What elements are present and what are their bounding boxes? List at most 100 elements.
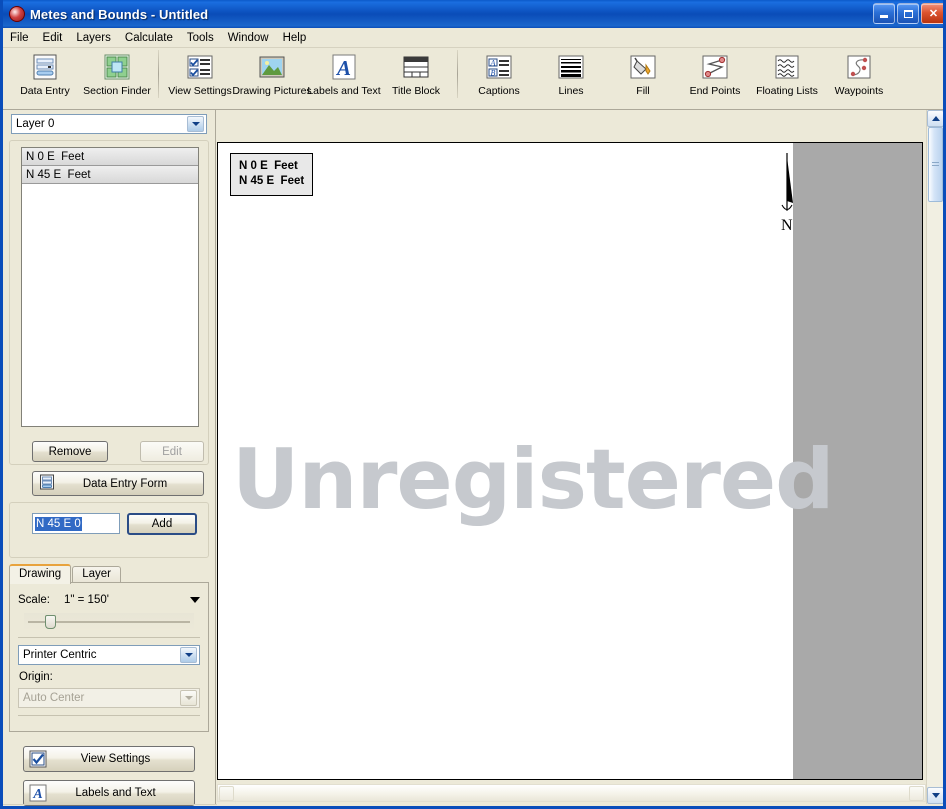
canvas-vertical-scrollbar[interactable] — [926, 110, 943, 804]
svg-text:B: B — [491, 69, 496, 78]
toolbar-button-fill[interactable]: Fill — [607, 48, 679, 106]
scale-label: Scale: — [18, 594, 50, 606]
end-points-icon — [699, 51, 731, 83]
labels-and-text-icon: A — [29, 784, 47, 802]
divider — [18, 637, 200, 638]
toolbar-button-title-block[interactable]: Title Block — [380, 48, 452, 106]
tab-drawing[interactable]: Drawing — [9, 564, 72, 584]
minimize-button[interactable] — [873, 3, 895, 24]
minimize-icon — [880, 15, 888, 18]
vertical-scroll-thumb[interactable] — [928, 127, 943, 202]
add-call-input[interactable]: N 45 E 0 — [32, 513, 120, 534]
menu-edit[interactable]: Edit — [36, 30, 70, 46]
toolbar-label: Waypoints — [834, 85, 884, 97]
list-item[interactable]: N 45 E Feet — [22, 166, 198, 184]
call-list-callout[interactable]: N 0 E Feet N 45 E Feet — [230, 153, 314, 196]
chevron-down-icon[interactable] — [187, 116, 204, 132]
layer-select-value: Layer 0 — [16, 118, 55, 130]
section-finder-icon — [101, 51, 133, 83]
toolbar-button-waypoints[interactable]: Waypoints — [823, 48, 895, 106]
canvas-horizontal-scrollbar[interactable] — [217, 784, 926, 802]
menu-layers[interactable]: Layers — [69, 30, 118, 46]
toolbar-button-labels-and-text[interactable]: A Labels and Text — [307, 48, 381, 106]
callout-line-2: N 45 E Feet — [239, 175, 305, 187]
scroll-left-button[interactable] — [219, 786, 234, 801]
panel-divider — [215, 110, 216, 804]
scroll-up-button[interactable] — [927, 110, 943, 127]
scale-slider[interactable] — [24, 613, 194, 631]
add-call-input-value: N 45 E 0 — [35, 516, 82, 531]
fill-icon — [627, 51, 659, 83]
scale-row[interactable]: Scale: 1" = 150' — [18, 591, 200, 609]
toolbar-label: Data Entry — [20, 85, 70, 97]
calls-listbox[interactable]: N 0 E Feet N 45 E Feet — [21, 147, 199, 427]
svg-text:A: A — [335, 56, 351, 80]
toolbar-label: Lines — [558, 85, 584, 97]
window-title: Metes and Bounds - Untitled — [30, 6, 209, 22]
scale-value: 1" = 150' — [63, 594, 109, 606]
action-button-view-settings[interactable]: View Settings — [23, 746, 195, 772]
toolbar-label: Captions — [478, 85, 520, 97]
drawing-canvas[interactable]: N 0 E Feet N 45 E Feet Unregistered N — [217, 142, 923, 780]
data-entry-icon — [39, 474, 55, 493]
toolbar-button-data-entry[interactable]: Data Entry — [9, 48, 81, 106]
menu-bar: File Edit Layers Calculate Tools Window … — [3, 28, 943, 48]
data-entry-form-button[interactable]: Data Entry Form — [32, 471, 204, 496]
scroll-down-button[interactable] — [927, 787, 943, 804]
layer-select-combobox[interactable]: Layer 0 — [11, 114, 207, 134]
drawing-tab-panel: Scale: 1" = 150' Printer Centric Origin:… — [9, 582, 209, 732]
chevron-down-icon[interactable] — [190, 597, 200, 603]
add-button[interactable]: Add — [127, 513, 197, 535]
compass-label: N — [781, 217, 793, 234]
maximize-button[interactable] — [897, 3, 919, 24]
remove-button[interactable]: Remove — [32, 441, 108, 462]
origin-combobox: Auto Center — [18, 688, 200, 708]
lines-icon — [555, 51, 587, 83]
list-item[interactable]: N 0 E Feet — [22, 148, 198, 166]
labels-and-text-icon: A — [328, 51, 360, 83]
data-entry-icon — [29, 51, 61, 83]
application-window: Metes and Bounds - Untitled ✕ File Edit … — [0, 0, 946, 809]
toolbar-label: Fill — [636, 85, 650, 97]
menu-window[interactable]: Window — [221, 30, 276, 46]
menu-calculate[interactable]: Calculate — [118, 30, 180, 46]
view-settings-icon — [29, 750, 47, 768]
toolbar-button-drawing-pictures[interactable]: Drawing Pictures — [232, 48, 312, 106]
svg-text:A: A — [32, 787, 42, 802]
centric-mode-combobox[interactable]: Printer Centric — [18, 645, 200, 665]
toolbar-button-lines[interactable]: Lines — [535, 48, 607, 106]
action-button-label: View Settings — [80, 753, 151, 765]
toolbar-button-view-settings[interactable]: View Settings — [164, 48, 236, 106]
north-arrow-icon: N — [774, 151, 806, 241]
edit-button: Edit — [140, 441, 204, 462]
divider — [18, 715, 200, 716]
unregistered-watermark: Unregistered — [232, 431, 835, 528]
menu-file[interactable]: File — [3, 30, 36, 46]
toolbar-button-captions[interactable]: A B Captions — [463, 48, 535, 106]
chevron-down-icon[interactable] — [180, 647, 197, 663]
toolbar-button-end-points[interactable]: End Points — [679, 48, 751, 106]
toolbar-label: View Settings — [168, 85, 232, 97]
toolbar-label: Floating Lists — [756, 85, 818, 97]
action-button-label: Labels and Text — [75, 787, 156, 799]
close-icon: ✕ — [928, 8, 939, 20]
toolbar-button-floating-lists[interactable]: Floating Lists — [751, 48, 823, 106]
close-button[interactable]: ✕ — [921, 3, 943, 24]
view-settings-icon — [184, 51, 216, 83]
scroll-right-button[interactable] — [909, 786, 924, 801]
slider-thumb[interactable] — [44, 615, 56, 629]
calls-group: N 0 E Feet N 45 E Feet Remove Edit Data … — [9, 140, 209, 496]
centric-mode-value: Printer Centric — [23, 649, 97, 661]
maximize-icon — [903, 9, 913, 18]
floating-lists-icon — [771, 51, 803, 83]
menu-tools[interactable]: Tools — [180, 30, 221, 46]
origin-value: Auto Center — [23, 692, 85, 704]
action-button-labels-and-text[interactable]: A Labels and Text — [23, 780, 195, 806]
title-block-icon — [400, 51, 432, 83]
left-sidebar: Layer 0 N 0 E Feet N 45 E Feet Remove Ed… — [3, 110, 215, 806]
toolbar-button-section-finder[interactable]: Section Finder — [81, 48, 153, 106]
svg-text:A: A — [490, 59, 496, 68]
drawing-page[interactable]: N 0 E Feet N 45 E Feet Unregistered N — [218, 143, 835, 779]
compass-rose-icon — [9, 6, 25, 22]
menu-help[interactable]: Help — [276, 30, 314, 46]
